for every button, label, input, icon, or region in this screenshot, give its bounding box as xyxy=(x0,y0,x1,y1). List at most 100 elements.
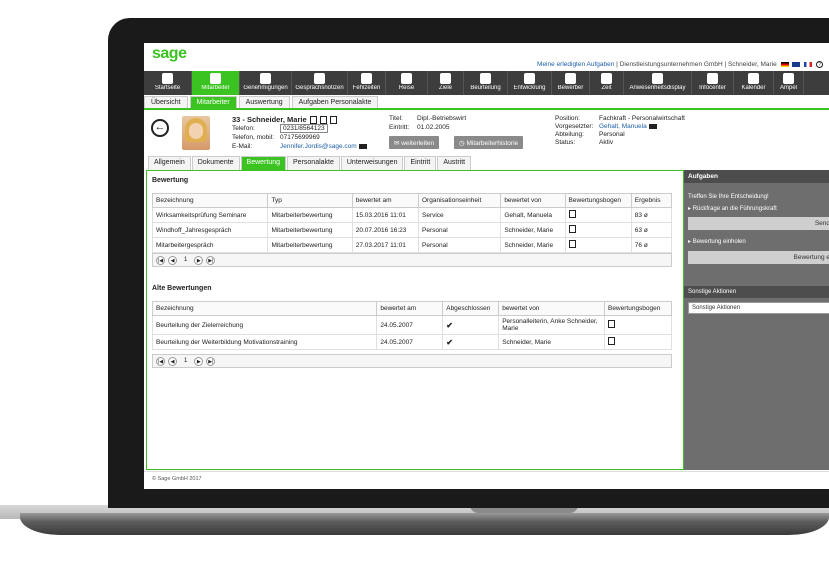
tab-eintritt[interactable]: Eintritt xyxy=(404,156,437,170)
table-row[interactable]: Windhoff_Jahresgespräch Mitarbeiterbewert… xyxy=(151,222,673,238)
entry-row: Eintritt: 01.02.2005 xyxy=(389,124,450,131)
cell: 15.03.2016 11:01 xyxy=(351,207,420,223)
mobile-label: Telefon, mobil: xyxy=(232,134,274,141)
col-bewertet-von[interactable]: bewertet von xyxy=(498,301,605,316)
first-page-icon[interactable]: |◀ xyxy=(156,356,165,366)
prev-page-icon[interactable]: ◀ xyxy=(168,255,177,265)
tab-bewertung[interactable]: Bewertung xyxy=(240,156,287,170)
nav-fehlzeiten[interactable]: Fehlzeiten xyxy=(348,71,386,95)
next-page-icon[interactable]: ▶ xyxy=(194,356,204,366)
forward-button[interactable]: ✉ weiterleiten xyxy=(389,136,440,149)
title-label: Titel: xyxy=(389,115,403,122)
title-value: Dipl.-Betriebswirt xyxy=(417,115,467,122)
help-icon[interactable]: ? xyxy=(816,61,823,68)
document-icon[interactable] xyxy=(568,210,576,218)
flag-uk-icon[interactable] xyxy=(792,62,801,67)
subtab-mitarbeiter[interactable]: Mitarbeiter xyxy=(189,96,237,108)
col-bewertungsbogen[interactable]: Bewertungsbogen xyxy=(603,301,673,316)
tab-unterweisungen[interactable]: Unterweisungen xyxy=(340,156,404,170)
cell: Schneider, Marie xyxy=(498,334,605,350)
nav-anwesenheitsdisplay[interactable]: Anwesenheitsdisplay xyxy=(624,71,692,95)
nav-bewerber[interactable]: Bewerber xyxy=(552,71,590,95)
position-label: Position: xyxy=(555,115,580,122)
my-tasks-link[interactable]: Meine erledigten Aufgaben xyxy=(537,61,614,68)
bewertung-einholen-button[interactable]: Bewertung e xyxy=(688,251,829,264)
next-page-icon[interactable]: ▶ xyxy=(194,255,204,265)
document-icon[interactable] xyxy=(607,320,615,328)
cell: Schneider, Marie xyxy=(500,222,566,238)
avatar xyxy=(182,116,210,150)
nav-entwicklung[interactable]: Entwicklung xyxy=(508,71,552,95)
col-ergebnis[interactable]: Ergebnis xyxy=(630,193,673,208)
last-page-icon[interactable]: ▶| xyxy=(206,356,216,366)
entry-value: 01.02.2005 xyxy=(417,124,450,131)
tab-allgemein[interactable]: Allgemein xyxy=(148,156,191,170)
tasks-panel: Aufgaben Treffen Sie Ihre Entscheidung! … xyxy=(684,170,829,470)
table-row[interactable]: Beurteilung der Zielerreichung 24.05.2007… xyxy=(151,315,673,335)
mail-icon[interactable] xyxy=(648,123,657,129)
manager-link[interactable]: Gehalt, Manuela xyxy=(599,123,647,130)
nav-genehmigungen[interactable]: Genehmigungen xyxy=(240,71,292,95)
col-bewertet-am[interactable]: bewertet am xyxy=(351,193,420,208)
cell: Gehalt, Manuela xyxy=(500,207,566,223)
nav-beurteilung[interactable]: Beurteilung xyxy=(464,71,508,95)
flag-de-icon[interactable] xyxy=(780,62,789,67)
grid-icon xyxy=(652,73,663,84)
department-label: Abteilung: xyxy=(555,131,584,138)
company-name: Dienstleistungsunternehmen GmbH xyxy=(619,61,723,69)
nav-gespraechsnotizen[interactable]: Gesprächsnotizen xyxy=(292,71,348,95)
nav-ampel[interactable]: Ampel xyxy=(774,71,804,95)
calendar-icon xyxy=(361,73,372,84)
first-page-icon[interactable]: |◀ xyxy=(156,255,165,265)
person-icon xyxy=(210,73,221,84)
subtab-auswertung[interactable]: Auswertung xyxy=(238,96,290,108)
col-bewertet-von[interactable]: bewertet von xyxy=(500,193,566,208)
document-icon[interactable] xyxy=(607,337,615,345)
col-bezeichnung[interactable]: Bezeichnung xyxy=(151,301,378,316)
nav-mitarbeiter[interactable]: Mitarbeiter xyxy=(192,71,240,95)
table-header: Bezeichnung Typ bewertet am Organisation… xyxy=(151,193,673,208)
subtab-uebersicht[interactable]: Übersicht xyxy=(144,96,188,108)
table-row[interactable]: Beurteilung der Weiterbildung Motivation… xyxy=(151,334,673,350)
file-icon[interactable] xyxy=(329,116,337,125)
cell: 83 ø xyxy=(630,207,673,223)
other-actions-select[interactable]: Sonstige Aktionen xyxy=(688,302,829,314)
flag-fr-icon[interactable] xyxy=(804,62,813,67)
col-bewertet-am[interactable]: bewertet am xyxy=(376,301,444,316)
history-button[interactable]: ◷ Mitarbeiterhistorie xyxy=(454,136,524,149)
tab-austritt[interactable]: Austritt xyxy=(437,156,472,170)
nav-reise[interactable]: Reise xyxy=(386,71,428,95)
cell xyxy=(564,237,632,253)
col-organisationseinheit[interactable]: Organisationseinheit xyxy=(417,193,502,208)
tab-personalakte[interactable]: Personalakte xyxy=(287,156,340,170)
cell: Mitarbeiterbewertung xyxy=(267,207,353,223)
col-bewertungsbogen[interactable]: Bewertungsbogen xyxy=(564,193,632,208)
col-typ[interactable]: Typ xyxy=(267,193,353,208)
subtab-aufgaben-personalakte[interactable]: Aufgaben Personalakte xyxy=(291,96,379,108)
document-icon[interactable] xyxy=(568,240,576,248)
send-button[interactable]: Send xyxy=(688,217,829,230)
col-bezeichnung[interactable]: Bezeichnung xyxy=(151,193,269,208)
email-link[interactable]: Jennifer.Jordis@sage.com xyxy=(280,143,357,150)
mail-icon[interactable] xyxy=(358,143,367,149)
nav-infocenter[interactable]: Infocenter xyxy=(692,71,734,95)
document-icon[interactable] xyxy=(309,116,317,125)
nav-startseite[interactable]: Startseite xyxy=(144,71,192,95)
table-row[interactable]: Mitarbeitergespräch Mitarbeiterbewertung 2… xyxy=(151,237,673,253)
back-arrow-icon[interactable]: ← xyxy=(151,119,169,137)
task-bewertung-einholen[interactable]: ▸ Bewertung einholen xyxy=(688,238,746,245)
nav-zeit[interactable]: Zeit xyxy=(590,71,624,95)
document-icon[interactable] xyxy=(568,225,576,233)
nav-ziele[interactable]: Ziele xyxy=(428,71,464,95)
table-row[interactable]: Wirksamkeitsprüfung Seminare Mitarbeiterb… xyxy=(151,207,673,223)
prev-page-icon[interactable]: ◀ xyxy=(168,356,177,366)
phone-value[interactable]: 0231/8564123 xyxy=(280,124,328,133)
section-title-bewertung: Bewertung xyxy=(152,177,189,184)
tab-dokumente[interactable]: Dokumente xyxy=(191,156,240,170)
task-rueckfrage[interactable]: ▸ Rückfrage an die Führungskraft xyxy=(688,205,777,212)
edit-icon[interactable] xyxy=(319,116,327,125)
last-page-icon[interactable]: ▶| xyxy=(206,255,216,265)
col-abgeschlossen[interactable]: Abgeschlossen xyxy=(442,301,500,316)
plane-icon xyxy=(401,73,412,84)
nav-kalender[interactable]: Kalender xyxy=(734,71,774,95)
